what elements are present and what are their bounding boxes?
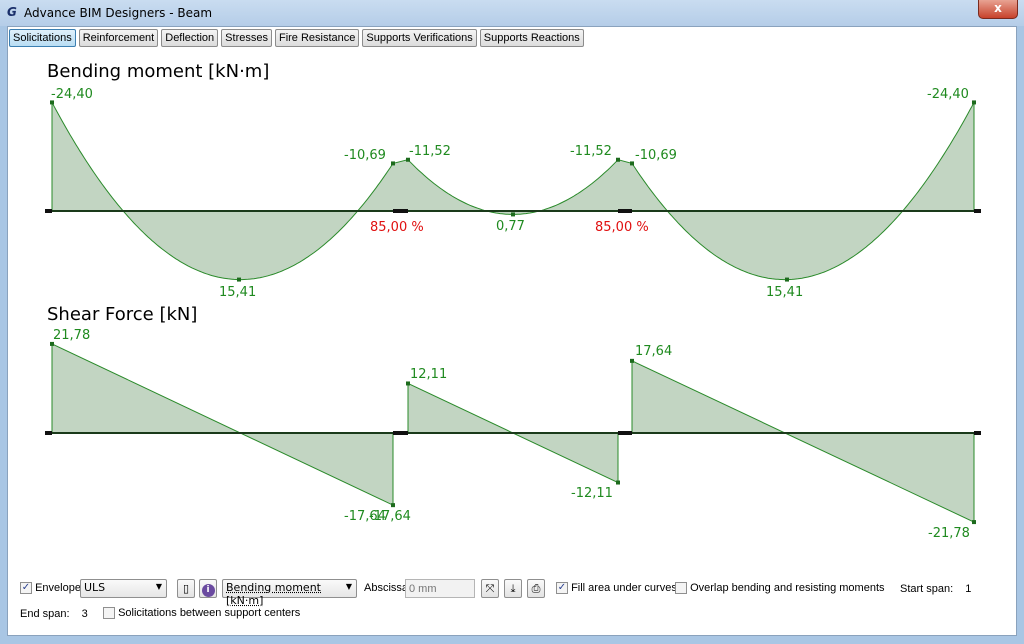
- support-marker: [45, 431, 52, 435]
- shear-label: -21,78: [928, 526, 970, 541]
- shear-force-diagram: [45, 342, 981, 524]
- shear-label: -12,11: [571, 486, 613, 501]
- moment-area: [52, 102, 974, 279]
- envelope-label: Envelope: [35, 582, 81, 594]
- shear-point: [391, 503, 395, 507]
- envelope-toggle[interactable]: ✓ Envelope: [20, 582, 81, 594]
- chevron-down-icon: ▼: [156, 582, 162, 591]
- shear-point: [616, 481, 620, 485]
- bending-moment-title: Bending moment [kN·m]: [47, 61, 269, 82]
- support-marker: [393, 431, 408, 435]
- abscissa-label: Abscissa: [364, 582, 408, 594]
- envelope-select[interactable]: ULS ▼: [80, 579, 167, 598]
- start-span-value: 1: [965, 583, 971, 595]
- fill-area-label: Fill area under curves: [571, 582, 677, 594]
- overlap-toggle[interactable]: Overlap bending and resisting moments: [675, 582, 885, 594]
- fill-area-toggle[interactable]: ✓ Fill area under curves: [556, 582, 677, 594]
- start-span-label: Start span:: [900, 583, 953, 595]
- support-marker: [45, 209, 52, 213]
- start-span: Start span: 1: [900, 583, 971, 595]
- legend-button[interactable]: ▯: [177, 579, 195, 598]
- download-icon: ⤓: [511, 582, 516, 595]
- shear-point: [406, 381, 410, 385]
- shear-label: 21,78: [53, 328, 90, 343]
- shear-force-title: Shear Force [kN]: [47, 304, 197, 325]
- envelope-checkbox[interactable]: ✓: [20, 582, 32, 594]
- end-span: End span: 3: [20, 608, 88, 620]
- diagram-select[interactable]: Bending moment [kN·m] ▼: [222, 579, 357, 598]
- moment-label: 15,41: [766, 285, 803, 300]
- moment-point: [391, 161, 395, 165]
- diagram-canvas: Bending moment [kN·m] Shear Force [kN] -…: [1, 1, 1024, 644]
- end-span-label: End span:: [20, 608, 70, 620]
- overlap-checkbox[interactable]: [675, 582, 687, 594]
- chevron-down-icon: ▼: [346, 582, 352, 591]
- info-icon: i: [202, 584, 215, 597]
- moment-point: [616, 158, 620, 162]
- between-supports-checkbox[interactable]: [103, 607, 115, 619]
- fill-area-checkbox[interactable]: ✓: [556, 582, 568, 594]
- print-button[interactable]: ⎙: [527, 579, 545, 598]
- envelope-value: ULS: [84, 581, 105, 594]
- moment-label: -24,40: [51, 87, 93, 102]
- overlap-label: Overlap bending and resisting moments: [690, 582, 884, 594]
- shear-label: 17,64: [635, 344, 672, 359]
- end-span-value: 3: [82, 608, 88, 620]
- export-button[interactable]: ⤓: [504, 579, 522, 598]
- shear-point: [630, 359, 634, 363]
- moment-point: [972, 100, 976, 104]
- main-panel: Solicitations Reinforcement Deflection S…: [7, 26, 1017, 636]
- zoom-extents-icon: ⤧: [486, 582, 495, 595]
- shear-point: [972, 520, 976, 524]
- shear-label: 12,11: [410, 367, 447, 382]
- moment-point: [237, 278, 241, 282]
- between-supports-toggle[interactable]: Solicitations between support centers: [103, 607, 300, 619]
- support-marker: [974, 431, 981, 435]
- moment-label: 15,41: [219, 285, 256, 300]
- support-ratio-label: 85,00 %: [595, 220, 649, 235]
- moment-label: -10,69: [344, 148, 386, 163]
- abscissa-input[interactable]: [405, 579, 475, 598]
- moment-point: [511, 212, 515, 216]
- info-button[interactable]: i: [199, 579, 217, 598]
- bending-moment-diagram: [45, 100, 981, 281]
- printer-icon: ⎙: [532, 582, 541, 595]
- moment-label: -11,52: [409, 144, 451, 159]
- moment-label: -10,69: [635, 148, 677, 163]
- support-marker: [618, 209, 632, 213]
- moment-label: -24,40: [927, 87, 969, 102]
- zoom-fit-button[interactable]: ⤧: [481, 579, 499, 598]
- moment-point: [630, 161, 634, 165]
- support-marker: [393, 209, 408, 213]
- support-ratio-label: 85,00 %: [370, 220, 424, 235]
- moment-label: 0,77: [496, 219, 525, 234]
- moment-label: -11,52: [570, 144, 612, 159]
- moment-point: [785, 278, 789, 282]
- ruler-icon: ▯: [183, 582, 189, 595]
- support-marker: [974, 209, 981, 213]
- support-marker: [618, 431, 632, 435]
- between-supports-label: Solicitations between support centers: [118, 607, 300, 619]
- shear-label: -17,64: [369, 509, 411, 524]
